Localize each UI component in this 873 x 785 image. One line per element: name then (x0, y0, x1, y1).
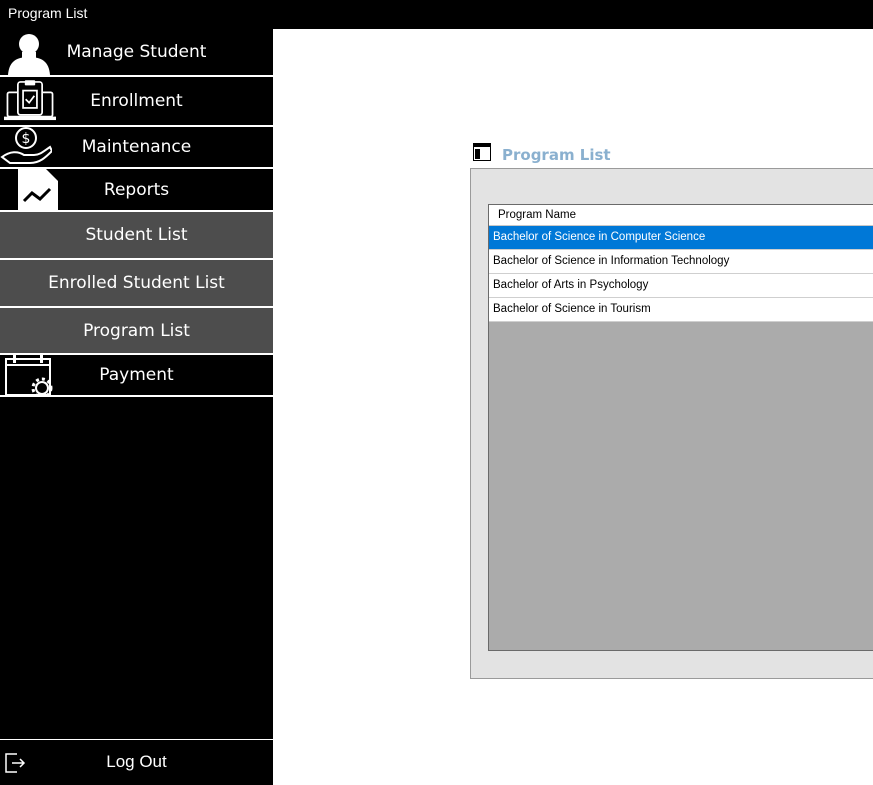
program-grid[interactable]: Program Name Bachelor of Science in Comp… (488, 204, 873, 651)
nav-maintenance-label: Maintenance (81, 137, 192, 157)
nav-payment-button[interactable]: Payment (0, 355, 273, 397)
logout-label: Log Out (106, 752, 167, 771)
table-row[interactable]: Bachelor of Science in Information Techn… (489, 250, 873, 274)
nav-reports-label: Reports (103, 179, 170, 200)
sidebar: Manage Student Enrollment $ Maintenance … (0, 29, 273, 785)
nav-program-list-label: Program List (83, 320, 190, 341)
table-row[interactable]: Bachelor of Arts in Psychology (489, 274, 873, 298)
nav-maintenance-button[interactable]: $ Maintenance (0, 127, 273, 169)
nav-program-list-button[interactable]: Program List (0, 308, 273, 355)
nav-enrollment-label: Enrollment (90, 91, 183, 111)
nav-manage-student-button[interactable]: Manage Student (0, 29, 273, 77)
panel-title: Program List (473, 143, 611, 164)
table-row[interactable]: Bachelor of Science in Tourism (489, 298, 873, 322)
window-title: Program List (8, 5, 88, 21)
nav-enrolled-student-list-label: Enrolled Student List (48, 273, 225, 293)
form-window-icon (473, 143, 491, 161)
nav-enrolled-student-list-button[interactable]: Enrolled Student List (0, 260, 273, 308)
nav-payment-label: Payment (99, 365, 174, 385)
nav-reports-button[interactable]: Reports (0, 169, 273, 212)
nav-student-list-label: Student List (85, 225, 188, 245)
nav-manage-student-label: Manage Student (66, 42, 207, 62)
window-titlebar: Program List (0, 0, 873, 29)
column-header-program-name[interactable]: Program Name (489, 205, 873, 226)
nav-enrollment-button[interactable]: Enrollment (0, 77, 273, 127)
logout-icon (5, 753, 26, 773)
nav-student-list-button[interactable]: Student List (0, 212, 273, 260)
panel-title-text: Program List (502, 146, 611, 164)
table-row[interactable]: Bachelor of Science in Computer Science (489, 226, 873, 250)
logout-button[interactable]: Log Out (0, 739, 273, 785)
